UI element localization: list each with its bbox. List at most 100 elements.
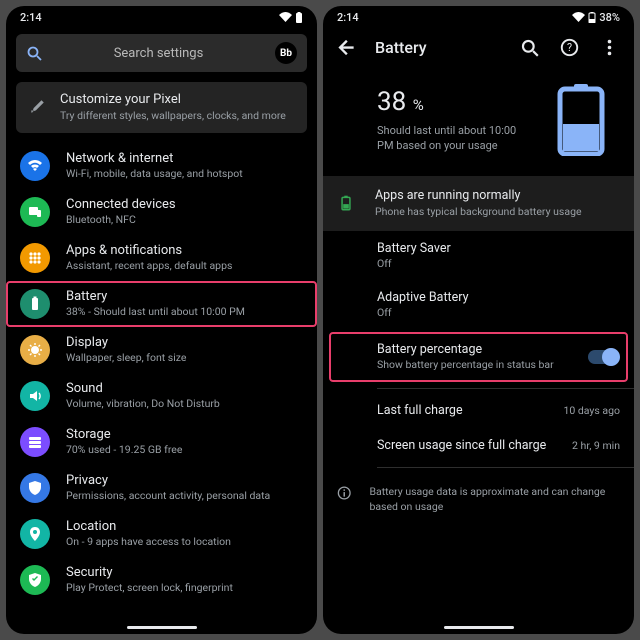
row-sub: Assistant, recent apps, default apps [66,259,232,273]
status-bar: 2:14 38% [323,6,634,28]
battery-settings-list: Battery SaverOffAdaptive BatteryOffBatte… [323,231,634,384]
settings-row-security[interactable]: SecurityPlay Protect, screen lock, finge… [6,557,317,603]
row-title: Location [66,519,231,534]
status-bar: 2:14 [6,6,317,28]
battery-icon [20,289,50,319]
wifi-icon [279,12,292,23]
row-sub: Volume, vibration, Do Not Disturb [66,397,220,411]
status-time: 2:14 [20,11,42,24]
display-icon [20,335,50,365]
privacy-icon [20,473,50,503]
row-title: Display [66,335,186,350]
settings-row-wifi[interactable]: Network & internetWi-Fi, mobile, data us… [6,143,317,189]
info-icon [337,484,351,502]
location-icon [20,519,50,549]
row-title: Sound [66,381,220,396]
battery-hero-sub: Should last until about 10:00 PM based o… [377,123,527,154]
storage-icon [20,427,50,457]
card-title: Apps are running normally [375,188,582,203]
help-button[interactable] [558,36,580,58]
wifi-icon [20,151,50,181]
battery-hero: 38 % Should last until about 10:00 PM ba… [323,66,634,176]
row-title: Adaptive Battery [377,290,469,305]
search-icon [26,45,42,61]
row-sub: Off [377,257,451,271]
settings-row-display[interactable]: DisplayWallpaper, sleep, font size [6,327,317,373]
row-title: Security [66,565,233,580]
settings-main-screen: 2:14 Search settings Bb Customize your P… [6,6,317,634]
battery-illustration [556,84,606,156]
nav-bar [6,620,317,634]
row-sub: Show battery percentage in status bar [377,358,554,372]
screen-usage-value: 2 hr, 9 min [572,439,620,452]
nav-pill[interactable] [444,626,514,629]
row-title: Battery Saver [377,241,451,256]
nav-bar [323,620,634,634]
apps-icon [20,243,50,273]
settings-row-privacy[interactable]: PrivacyPermissions, account activity, pe… [6,465,317,511]
row-sub: 38% - Should last until about 10:00 PM [66,305,245,319]
search-placeholder: Search settings [54,46,263,61]
row-title: Battery [66,289,245,304]
row-sub: Play Protect, screen lock, fingerprint [66,581,233,595]
info-row: Battery usage data is approximate and ca… [323,472,634,526]
nav-pill[interactable] [127,626,197,629]
appbar-title: Battery [375,38,427,57]
search-button[interactable] [518,36,540,58]
row-title: Apps & notifications [66,243,232,258]
app-bar: Battery [323,28,634,66]
row-sub: Wallpaper, sleep, font size [66,351,186,365]
row-sub: Bluetooth, NFC [66,213,176,227]
settings-row-location[interactable]: LocationOn - 9 apps have access to locat… [6,511,317,557]
settings-row-apps[interactable]: Apps & notificationsAssistant, recent ap… [6,235,317,281]
row-sub: Permissions, account activity, personal … [66,489,270,503]
divider [377,467,634,468]
row-sub: Off [377,306,469,320]
card-sub: Phone has typical background battery usa… [375,205,582,219]
brush-icon [28,98,46,116]
status-icons: 38% [572,11,620,24]
battery-icon [295,12,303,23]
sound-icon [20,381,50,411]
row-sub: On - 9 apps have access to location [66,535,231,549]
search-bar[interactable]: Search settings Bb [16,34,307,72]
row-title: Network & internet [66,151,243,166]
settings-row-storage[interactable]: Storage70% used - 19.25 GB free [6,419,317,465]
battery-row-battery-saver[interactable]: Battery SaverOff [323,231,634,281]
back-button[interactable] [335,36,357,58]
avatar[interactable]: Bb [275,42,297,64]
toggle-switch[interactable] [588,350,618,364]
battery-icon [588,12,596,23]
settings-row-devices[interactable]: Connected devicesBluetooth, NFC [6,189,317,235]
hero-title: Customize your Pixel [60,92,286,107]
status-pct: 38% [599,11,620,24]
apps-normal-card[interactable]: Apps are running normally Phone has typi… [323,176,634,231]
last-full-charge-row[interactable]: Last full charge 10 days ago [323,393,634,428]
battery-pct: 38 % [377,87,527,117]
row-title: Privacy [66,473,270,488]
battery-row-adaptive-battery[interactable]: Adaptive BatteryOff [323,280,634,330]
settings-list: Network & internetWi-Fi, mobile, data us… [6,143,317,620]
info-text: Battery usage data is approximate and ca… [369,484,620,514]
security-icon [20,565,50,595]
battery-outline-icon [337,194,355,212]
status-time: 2:14 [337,11,359,24]
customize-hero[interactable]: Customize your Pixel Try different style… [16,82,307,133]
settings-row-sound[interactable]: SoundVolume, vibration, Do Not Disturb [6,373,317,419]
row-sub: 70% used - 19.25 GB free [66,443,182,457]
status-icons [279,12,303,23]
last-charge-value: 10 days ago [563,404,620,417]
row-sub: Wi-Fi, mobile, data usage, and hotspot [66,167,243,181]
row-title: Storage [66,427,182,442]
row-title: Connected devices [66,197,176,212]
settings-row-battery[interactable]: Battery38% - Should last until about 10:… [6,281,317,327]
row-title: Battery percentage [377,342,554,357]
wifi-icon [572,12,585,23]
battery-row-battery-percentage[interactable]: Battery percentageShow battery percentag… [329,332,628,382]
more-button[interactable] [598,36,620,58]
battery-screen: 2:14 38% Battery 38 % Should last until … [323,6,634,634]
screen-usage-row[interactable]: Screen usage since full charge 2 hr, 9 m… [323,428,634,463]
devices-icon [20,197,50,227]
hero-sub: Try different styles, wallpapers, clocks… [60,109,286,123]
divider [377,388,634,389]
